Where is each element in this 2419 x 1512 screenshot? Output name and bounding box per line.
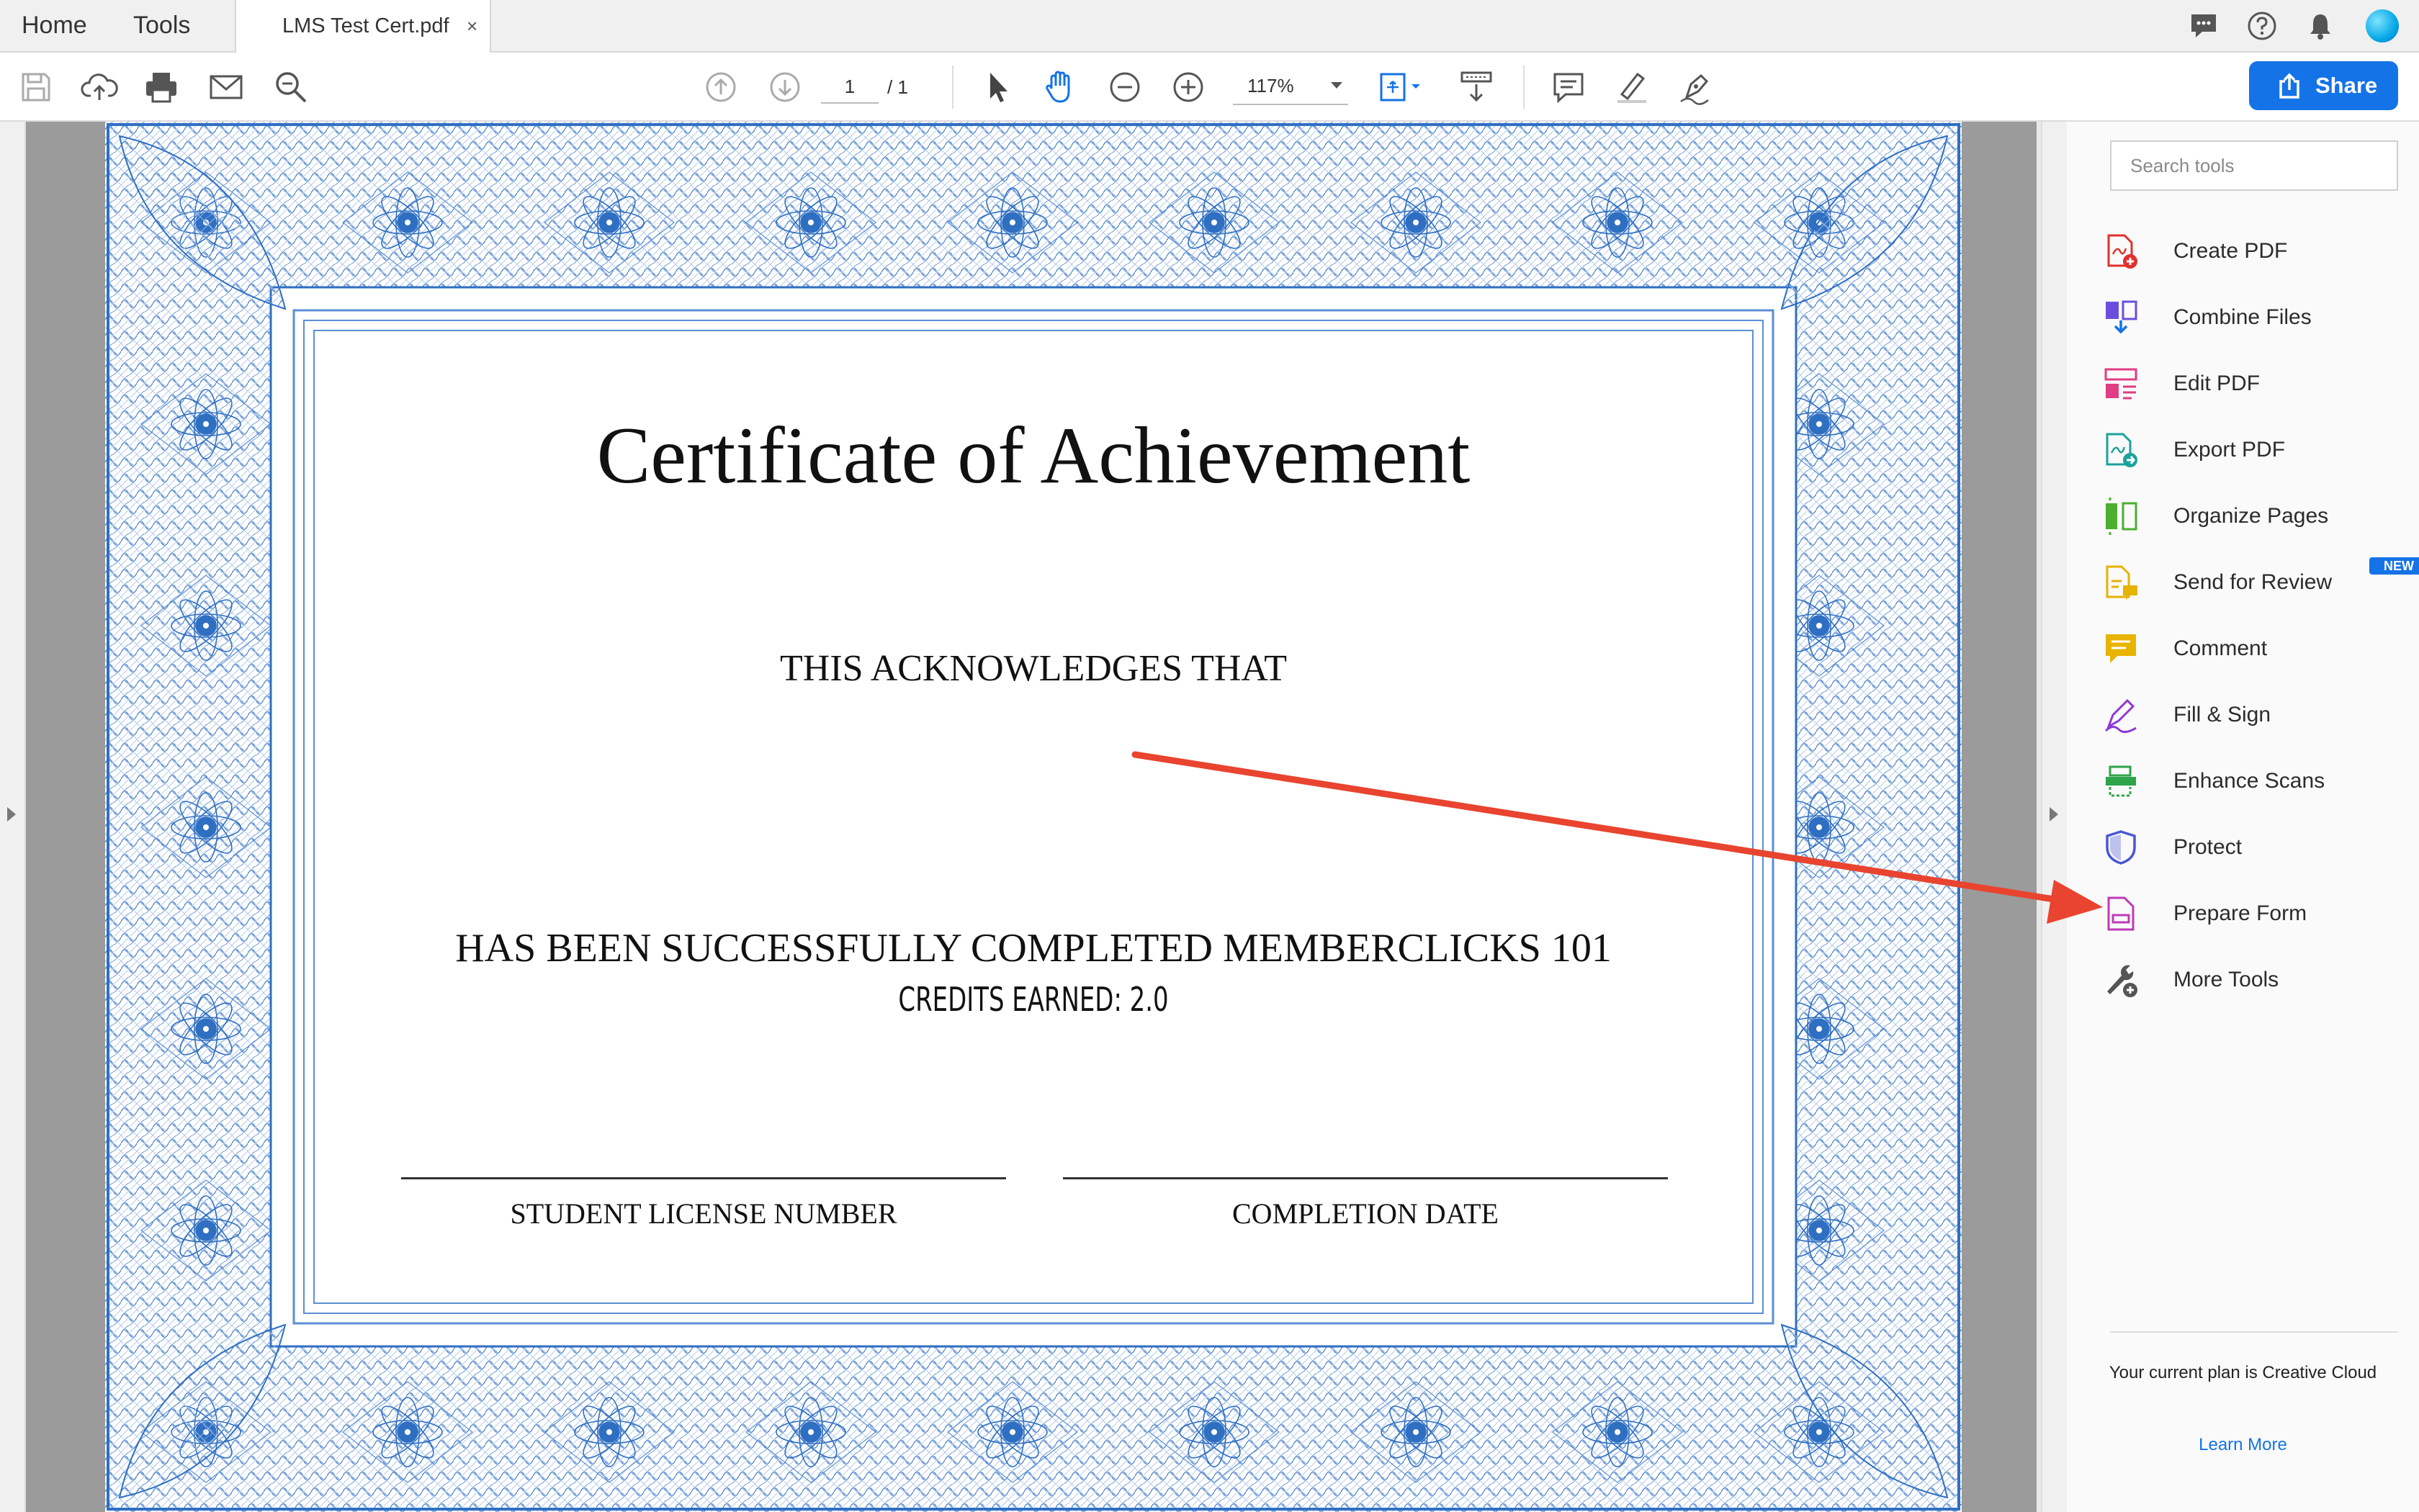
export-pdf-icon xyxy=(2106,433,2137,467)
hand-tool-icon[interactable] xyxy=(1041,68,1079,106)
avatar[interactable] xyxy=(2366,9,2399,42)
previous-page-icon[interactable] xyxy=(702,68,740,106)
left-panel-toggle[interactable] xyxy=(0,122,26,1512)
zoom-select[interactable]: 117% xyxy=(1233,71,1348,105)
tool-label: Organize Pages xyxy=(2173,504,2329,528)
pane-divider xyxy=(2110,1331,2398,1333)
zoom-in-icon[interactable] xyxy=(1170,68,1207,106)
tool-protect[interactable]: Protect xyxy=(2096,819,2405,876)
tab-bar: Home Tools LMS Test Cert.pdf × xyxy=(0,0,2419,53)
edit-pdf-icon xyxy=(2104,368,2137,400)
certificate-border xyxy=(105,122,1962,1512)
organize-pages-icon xyxy=(2106,498,2137,535)
search-icon[interactable] xyxy=(272,68,310,106)
tool-more-tools[interactable]: More Tools xyxy=(2096,951,2405,1009)
select-cursor-icon[interactable] xyxy=(979,68,1017,106)
tool-label: Export PDF xyxy=(2173,438,2286,462)
email-icon[interactable] xyxy=(207,68,245,106)
document-tab[interactable]: LMS Test Cert.pdf × xyxy=(235,0,491,53)
signature-line xyxy=(1063,1177,1668,1179)
share-label: Share xyxy=(2315,73,2378,98)
toolbar-divider xyxy=(952,66,953,109)
share-button[interactable]: Share xyxy=(2249,61,2398,110)
prepare-form-icon xyxy=(2107,896,2135,931)
more-tools-icon xyxy=(2107,965,2137,997)
tool-label: Protect xyxy=(2173,835,2243,859)
protect-icon xyxy=(2106,830,2136,865)
scroll-mode-icon[interactable] xyxy=(1458,68,1495,106)
tool-export-pdf[interactable]: Export PDF xyxy=(2096,421,2405,479)
certificate-title: Certificate of Achievement xyxy=(596,411,1471,500)
tool-label: Combine Files xyxy=(2173,305,2312,329)
tool-enhance-scans[interactable]: Enhance Scans xyxy=(2096,752,2405,810)
tool-label: Comment xyxy=(2173,636,2268,660)
toolbar-divider xyxy=(1523,66,1525,109)
new-badge: NEW xyxy=(2369,557,2419,575)
tool-label: Prepare Form xyxy=(2173,901,2307,925)
comment-icon xyxy=(2106,634,2136,663)
draw-sign-icon[interactable] xyxy=(1677,68,1714,106)
tool-combine-files[interactable]: Combine Files xyxy=(2096,289,2405,346)
tool-label: Create PDF xyxy=(2173,239,2288,263)
share-icon xyxy=(2279,73,2299,99)
chevron-right-icon xyxy=(7,807,16,822)
completion-date-label: COMPLETION DATE xyxy=(1232,1197,1499,1230)
learn-more-link[interactable]: Learn More xyxy=(2067,1435,2419,1455)
page-total: / 1 xyxy=(887,76,908,98)
tool-label: Fill & Sign xyxy=(2173,703,2271,726)
tool-comment[interactable]: Comment xyxy=(2096,620,2405,678)
page-number-input[interactable] xyxy=(821,71,879,104)
chevron-down-icon xyxy=(1331,82,1342,89)
enhance-scans-icon xyxy=(2106,765,2136,797)
toolbar: / 1 117% Share xyxy=(0,53,2419,122)
tool-label: Send for Review xyxy=(2173,570,2333,594)
document-tab-title: LMS Test Cert.pdf xyxy=(282,14,449,37)
zoom-value: 117% xyxy=(1247,75,1294,96)
comment-icon[interactable] xyxy=(1550,68,1587,106)
next-page-icon[interactable] xyxy=(766,68,804,106)
fit-page-icon[interactable] xyxy=(1377,68,1424,106)
close-tab-icon[interactable]: × xyxy=(467,0,477,53)
tab-home[interactable]: Home xyxy=(22,0,87,51)
pdf-page: Certificate of Achievement THIS ACKNOWLE… xyxy=(105,122,1962,1512)
save-icon[interactable] xyxy=(17,68,55,106)
combine-files-icon xyxy=(2106,300,2137,334)
bell-icon[interactable] xyxy=(2304,10,2336,42)
tools-pane: Create PDF Combine Files Edit PDF Export… xyxy=(2067,122,2419,1512)
upload-cloud-icon[interactable] xyxy=(81,68,118,106)
tool-create-pdf[interactable]: Create PDF xyxy=(2096,222,2405,280)
certificate-credits: CREDITS EARNED: 2.0 xyxy=(898,980,1169,1019)
highlight-icon[interactable] xyxy=(1613,68,1651,106)
plan-text: Your current plan is Creative Cloud xyxy=(2109,1363,2377,1382)
send-for-review-icon xyxy=(2106,565,2137,600)
document-viewport[interactable]: Certificate of Achievement THIS ACKNOWLE… xyxy=(26,122,2041,1512)
create-pdf-icon xyxy=(2107,234,2137,269)
tool-send-for-review[interactable]: Send for Review NEW xyxy=(2096,554,2419,611)
tool-label: Enhance Scans xyxy=(2173,769,2325,793)
search-tools-input[interactable] xyxy=(2110,140,2398,191)
certificate-acknowledges: THIS ACKNOWLEDGES THAT xyxy=(780,648,1287,689)
tool-label: More Tools xyxy=(2173,968,2279,991)
tool-organize-pages[interactable]: Organize Pages xyxy=(2096,487,2405,545)
tab-tools[interactable]: Tools xyxy=(133,0,190,51)
tool-prepare-form[interactable]: Prepare Form xyxy=(2096,885,2405,942)
zoom-out-icon[interactable] xyxy=(1106,68,1144,106)
right-panel-toggle[interactable] xyxy=(2041,122,2067,1512)
student-license-label: STUDENT LICENSE NUMBER xyxy=(510,1197,897,1230)
tool-edit-pdf[interactable]: Edit PDF xyxy=(2096,355,2405,413)
signature-line xyxy=(401,1177,1006,1179)
tool-fill-sign[interactable]: Fill & Sign xyxy=(2096,686,2405,744)
chevron-right-icon xyxy=(2050,807,2058,822)
help-icon[interactable] xyxy=(2246,10,2278,42)
tool-label: Edit PDF xyxy=(2173,372,2261,395)
fill-sign-icon xyxy=(2104,698,2137,733)
print-icon[interactable] xyxy=(143,68,180,106)
chat-icon[interactable] xyxy=(2188,10,2220,42)
certificate-completed-text: HAS BEEN SUCCESSFULLY COMPLETED MEMBERCL… xyxy=(455,926,1612,971)
